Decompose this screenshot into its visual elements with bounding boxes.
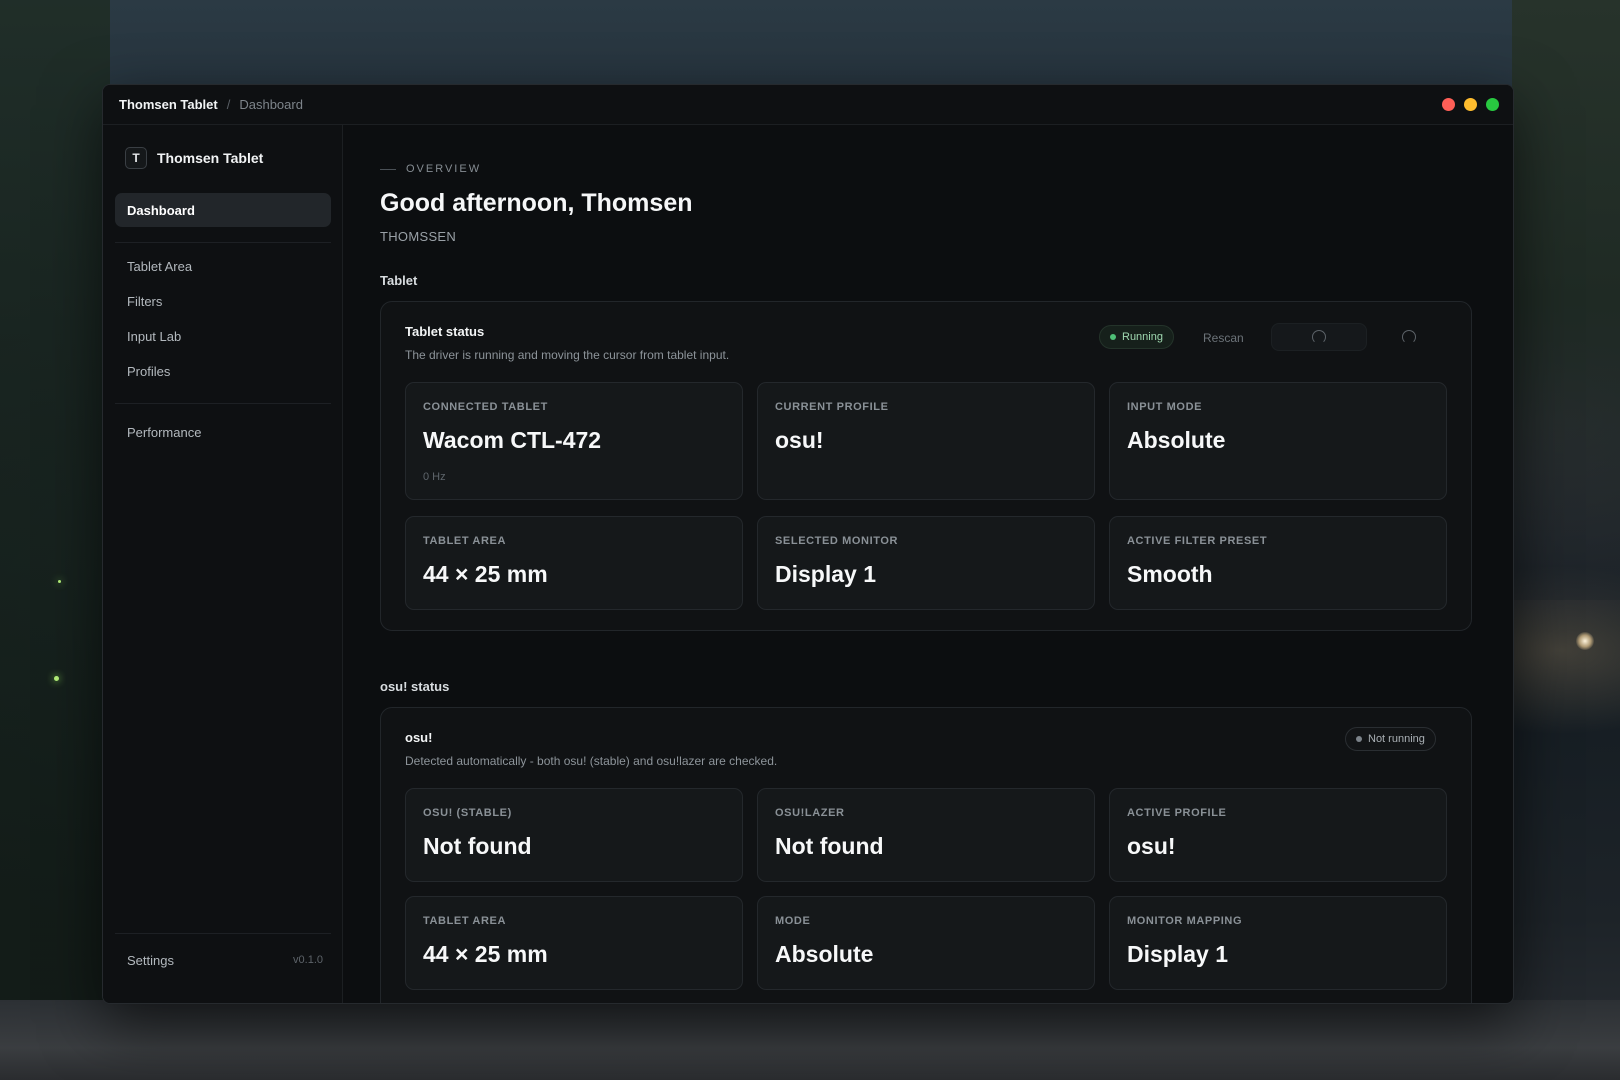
breadcrumb-separator: / [226, 97, 231, 112]
stat-card-osu-lazer: OSU!LAZER Not found [757, 788, 1095, 882]
app-window: Thomsen Tablet / Dashboard T Thomsen Tab… [102, 84, 1514, 1004]
stat-card-active-filter-preset: ACTIVE FILTER PRESET Smooth [1109, 516, 1447, 610]
sidebar-item-tablet-area[interactable]: Tablet Area [115, 251, 331, 281]
tablet-status-panel: Tablet status The driver is running and … [380, 301, 1472, 631]
window-controls [1442, 98, 1499, 111]
stat-value: Absolute [775, 941, 874, 967]
rescan-button[interactable]: Rescan [1203, 331, 1244, 345]
sidebar-item-profiles[interactable]: Profiles [115, 356, 331, 386]
stat-label: TABLET AREA [423, 915, 506, 927]
username-label: THOMSSEN [380, 229, 457, 244]
stat-value: 44 × 25 mm [423, 561, 548, 587]
close-window-button[interactable] [1442, 98, 1455, 111]
version-label: v0.1.0 [293, 954, 323, 966]
stat-value: Absolute [1127, 427, 1226, 453]
stat-label: ACTIVE PROFILE [1127, 807, 1227, 819]
not-running-status-text: Not running [1368, 733, 1425, 745]
stat-value: Not found [775, 833, 884, 859]
section-title-tablet: Tablet [380, 273, 418, 288]
stat-card-monitor-mapping: MONITOR MAPPING Display 1 [1109, 896, 1447, 990]
eyebrow-text: OVERVIEW [406, 163, 482, 175]
running-status-badge: Running [1099, 325, 1174, 349]
brand-logo-icon: T [125, 147, 147, 169]
stat-label: CURRENT PROFILE [775, 401, 889, 413]
sidebar-item-input-lab[interactable]: Input Lab [115, 321, 331, 351]
overview-eyebrow: OVERVIEW [380, 163, 481, 175]
sidebar-divider [115, 403, 331, 404]
stat-value: Smooth [1127, 561, 1213, 587]
maximize-window-button[interactable] [1486, 98, 1499, 111]
spinner-icon [1402, 330, 1416, 344]
main-content: OVERVIEW Good afternoon, Thomsen THOMSSE… [344, 125, 1513, 1003]
tablet-status-description: The driver is running and moving the cur… [405, 348, 730, 362]
sidebar: T Thomsen Tablet Dashboard Tablet Area F… [103, 125, 343, 1003]
not-running-status-badge: Not running [1345, 727, 1436, 751]
background-firefly [58, 580, 61, 583]
sidebar-item-dashboard[interactable]: Dashboard [115, 193, 331, 227]
spinner-icon [1312, 330, 1326, 344]
sidebar-item-filters[interactable]: Filters [115, 286, 331, 316]
stat-card-current-profile: CURRENT PROFILE osu! [757, 382, 1095, 500]
polling-rate-note: 0 Hz [423, 471, 446, 483]
status-dot-icon [1110, 334, 1116, 340]
stat-label: SELECTED MONITOR [775, 535, 899, 547]
sidebar-item-settings[interactable]: Settings [127, 953, 174, 968]
stat-label: OSU!LAZER [775, 807, 845, 819]
eyebrow-line [380, 168, 396, 170]
stat-card-selected-monitor: SELECTED MONITOR Display 1 [757, 516, 1095, 610]
stat-label: ACTIVE FILTER PRESET [1127, 535, 1268, 547]
loading-button[interactable] [1271, 323, 1367, 351]
page-title: Good afternoon, Thomsen [380, 189, 693, 217]
stat-card-osu-stable: OSU! (STABLE) Not found [405, 788, 743, 882]
background-headlight [1576, 632, 1594, 650]
stat-card-mode: MODE Absolute [757, 896, 1095, 990]
sidebar-divider [115, 933, 331, 934]
titlebar: Thomsen Tablet / Dashboard [103, 85, 1513, 125]
stat-value: 44 × 25 mm [423, 941, 548, 967]
stat-label: MODE [775, 915, 811, 927]
breadcrumb: Thomsen Tablet / Dashboard [119, 97, 303, 112]
stat-value: Not found [423, 833, 532, 859]
stat-card-tablet-area: TABLET AREA 44 × 25 mm [405, 516, 743, 610]
stat-card-osu-tablet-area: TABLET AREA 44 × 25 mm [405, 896, 743, 990]
stat-label: TABLET AREA [423, 535, 506, 547]
stat-label: OSU! (STABLE) [423, 807, 512, 819]
sidebar-footer: Settings v0.1.0 [115, 943, 331, 977]
stat-value: Display 1 [1127, 941, 1228, 967]
stat-card-connected-tablet: CONNECTED TABLET Wacom CTL-472 0 Hz [405, 382, 743, 500]
loading-icon-button[interactable] [1389, 323, 1429, 351]
section-title-osu: osu! status [380, 679, 450, 694]
running-status-text: Running [1122, 331, 1163, 343]
brand: T Thomsen Tablet [125, 147, 263, 169]
stat-label: INPUT MODE [1127, 401, 1203, 413]
stat-card-active-profile: ACTIVE PROFILE osu! [1109, 788, 1447, 882]
minimize-window-button[interactable] [1464, 98, 1477, 111]
background-firefly [54, 676, 59, 681]
stat-card-input-mode: INPUT MODE Absolute [1109, 382, 1447, 500]
background-trees-right [1512, 0, 1620, 600]
sidebar-divider [115, 242, 331, 243]
osu-status-description: Detected automatically - both osu! (stab… [405, 754, 778, 768]
stat-value: Display 1 [775, 561, 876, 587]
status-dot-icon [1356, 736, 1362, 742]
breadcrumb-app[interactable]: Thomsen Tablet [119, 97, 218, 112]
stat-value: osu! [1127, 833, 1176, 859]
tablet-status-title: Tablet status [405, 324, 485, 339]
osu-status-panel: osu! Detected automatically - both osu! … [380, 707, 1472, 1003]
stat-label: CONNECTED TABLET [423, 401, 548, 413]
brand-name: Thomsen Tablet [157, 150, 264, 166]
osu-status-title: osu! [405, 730, 433, 745]
stat-label: MONITOR MAPPING [1127, 915, 1243, 927]
breadcrumb-page: Dashboard [239, 97, 303, 112]
stat-value: osu! [775, 427, 824, 453]
background-ground [0, 1000, 1620, 1080]
sidebar-item-performance[interactable]: Performance [115, 417, 331, 447]
stat-value: Wacom CTL-472 [423, 427, 602, 453]
background-trees-left [0, 0, 110, 1080]
